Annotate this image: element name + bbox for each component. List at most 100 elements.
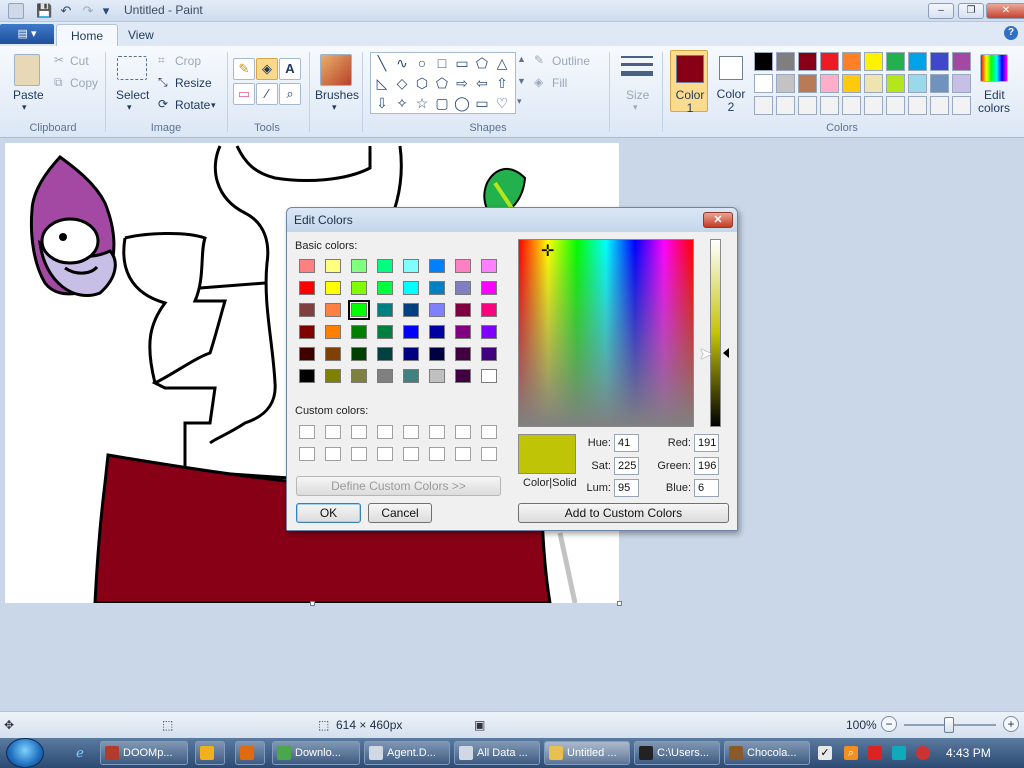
copy-button[interactable]: Copy [70,76,98,90]
rotate-dropdown-icon[interactable]: ▾ [211,100,216,111]
zoom-out-button[interactable]: − [881,716,897,732]
basic-color-swatch[interactable] [325,325,341,339]
custom-color-swatch[interactable] [481,447,497,461]
palette-swatch[interactable] [908,96,927,115]
palette-swatch[interactable] [842,74,861,93]
sat-field[interactable]: 225 [614,457,639,475]
custom-color-swatch[interactable] [299,447,315,461]
palette-swatch[interactable] [754,52,773,71]
shape-tool-icon[interactable]: □ [433,54,451,72]
basic-color-swatch[interactable] [403,325,419,339]
eraser-icon[interactable]: ▭ [233,83,255,105]
custom-color-swatch[interactable] [377,425,393,439]
taskbar-button[interactable] [235,741,265,765]
shape-tool-icon[interactable]: ⇦ [473,74,491,92]
volume-icon[interactable] [916,746,930,760]
shape-tool-icon[interactable]: ╲ [373,54,391,72]
red-field[interactable]: 191 [694,434,719,452]
zoom-slider-thumb[interactable] [944,717,954,733]
shapes-scroll-down-icon[interactable]: ▼ [517,76,526,86]
blue-field[interactable]: 6 [694,479,719,497]
taskbar-button[interactable]: DOOMp... [100,741,188,765]
tab-view[interactable]: View [114,24,168,46]
color1-button[interactable]: Color 1 [670,50,708,115]
basic-color-swatch[interactable] [403,347,419,361]
basic-color-swatch[interactable] [299,325,315,339]
palette-swatch[interactable] [930,74,949,93]
help-icon[interactable]: ? [1004,26,1018,40]
internet-explorer-icon[interactable]: ℯ [70,743,90,763]
palette-swatch[interactable] [952,96,971,115]
palette-swatch[interactable] [886,52,905,71]
basic-color-swatch[interactable] [481,369,497,383]
color-picker-icon[interactable]: ⁄ [256,83,278,105]
paint-app-icon[interactable] [8,3,24,19]
basic-color-swatch[interactable] [377,325,393,339]
basic-color-swatch[interactable] [299,369,315,383]
tab-home[interactable]: Home [56,24,119,46]
shape-tool-icon[interactable]: ⬡ [413,74,431,92]
palette-swatch[interactable] [798,52,817,71]
network-icon[interactable] [892,746,906,760]
minimize-button[interactable]: – [928,3,954,19]
palette-swatch[interactable] [776,96,795,115]
rotate-button[interactable]: Rotate [175,98,210,112]
custom-color-swatch[interactable] [455,425,471,439]
text-tool-icon[interactable]: A [279,58,301,80]
basic-color-swatch[interactable] [481,347,497,361]
shape-tool-icon[interactable]: ◇ [393,74,411,92]
palette-swatch[interactable] [820,96,839,115]
custom-color-swatch[interactable] [325,425,341,439]
shape-tool-icon[interactable]: ○ [413,54,431,72]
basic-color-swatch[interactable] [455,303,471,317]
basic-color-swatch[interactable] [455,347,471,361]
custom-color-swatch[interactable] [403,425,419,439]
custom-color-swatch[interactable] [351,425,367,439]
custom-color-swatch[interactable] [377,447,393,461]
basic-color-swatch[interactable] [325,303,341,317]
select-dropdown-icon[interactable]: ▾ [127,102,132,113]
add-to-custom-colors-button[interactable]: Add to Custom Colors [518,503,729,523]
outline-button[interactable]: Outline [552,54,590,68]
hue-field[interactable]: 41 [614,434,639,452]
shape-tool-icon[interactable]: ▭ [453,54,471,72]
shape-tool-icon[interactable]: ⇩ [373,94,391,112]
basic-color-swatch[interactable] [377,369,393,383]
dialog-title-bar[interactable]: Edit Colors ✕ [287,208,737,232]
cancel-button[interactable]: Cancel [368,503,432,523]
basic-color-swatch[interactable] [325,281,341,295]
canvas-resize-handle[interactable] [617,601,622,606]
shape-tool-icon[interactable]: ▢ [433,94,451,112]
shapes-scroll-up-icon[interactable]: ▲ [517,54,526,64]
palette-swatch[interactable] [842,52,861,71]
redo-icon[interactable]: ↷ [80,3,96,19]
palette-swatch[interactable] [908,74,927,93]
basic-color-swatch[interactable] [351,347,367,361]
start-button[interactable] [6,738,44,768]
color-spectrum[interactable] [518,239,694,427]
palette-swatch[interactable] [754,74,773,93]
dialog-close-button[interactable]: ✕ [703,212,733,228]
basic-color-swatch[interactable] [299,303,315,317]
basic-color-swatch[interactable] [325,259,341,273]
luminosity-slider[interactable] [710,239,721,427]
palette-swatch[interactable] [908,52,927,71]
basic-color-swatch[interactable] [351,259,367,273]
basic-color-swatch[interactable] [403,369,419,383]
basic-color-swatch[interactable] [351,325,367,339]
taskbar-button[interactable]: Downlo... [272,741,360,765]
palette-swatch[interactable] [842,96,861,115]
palette-swatch[interactable] [952,74,971,93]
taskbar-button[interactable]: Agent.D... [364,741,450,765]
magnifier-icon[interactable]: ⌕ [279,83,301,105]
taskbar-button[interactable]: Untitled ... [544,741,630,765]
shape-tool-icon[interactable]: ◯ [453,94,471,112]
paste-dropdown-icon[interactable]: ▾ [22,102,27,113]
palette-swatch[interactable] [864,96,883,115]
basic-color-swatch[interactable] [403,281,419,295]
shape-tool-icon[interactable]: ☆ [413,94,431,112]
cut-button[interactable]: Cut [70,54,89,68]
palette-swatch[interactable] [776,52,795,71]
basic-color-swatch[interactable] [455,369,471,383]
basic-color-swatch[interactable] [481,281,497,295]
